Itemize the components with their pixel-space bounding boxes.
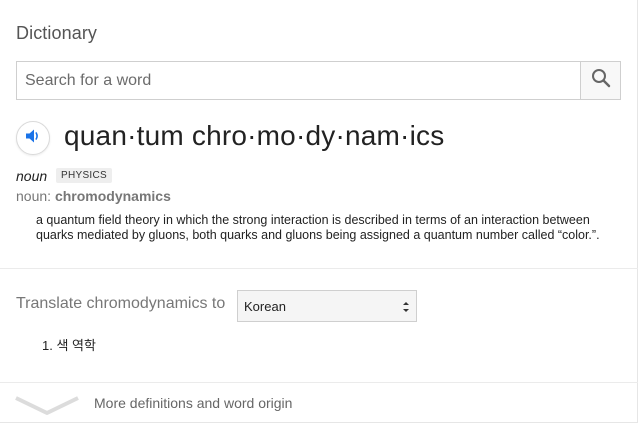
search-input[interactable]: [17, 62, 581, 99]
pronunciation-button[interactable]: [16, 121, 50, 155]
translate-label: Translate chromodynamics to: [16, 295, 226, 312]
select-arrows-icon: [402, 300, 410, 314]
translation-result: 1. 색 역학: [42, 338, 96, 353]
dictionary-card: Dictionary quan·tum chro·mo·dy·nam·ics n…: [0, 0, 638, 423]
variant-word: chromodynamics: [54, 188, 171, 204]
chevron-down-icon: [14, 394, 80, 416]
headword: quan·tum chro·mo·dy·nam·ics: [64, 120, 445, 151]
selected-language: Korean: [244, 298, 286, 314]
search-button[interactable]: [580, 62, 620, 99]
search-icon: [591, 68, 611, 93]
domain-badge: PHYSICS: [56, 168, 113, 183]
part-of-speech: noun: [16, 168, 48, 184]
language-select[interactable]: Korean: [237, 290, 417, 322]
more-definitions-label: More definitions and word origin: [94, 395, 293, 411]
speaker-icon: [23, 126, 43, 151]
variant-form: noun: chromodynamics: [16, 188, 171, 204]
panel-title: Dictionary: [16, 23, 98, 43]
variant-prefix: noun:: [16, 188, 52, 204]
search-box: [16, 61, 621, 100]
definition-text: a quantum field theory in which the stro…: [36, 213, 600, 242]
section-divider: [0, 268, 638, 269]
more-definitions-link[interactable]: More definitions and word origin: [0, 383, 638, 423]
